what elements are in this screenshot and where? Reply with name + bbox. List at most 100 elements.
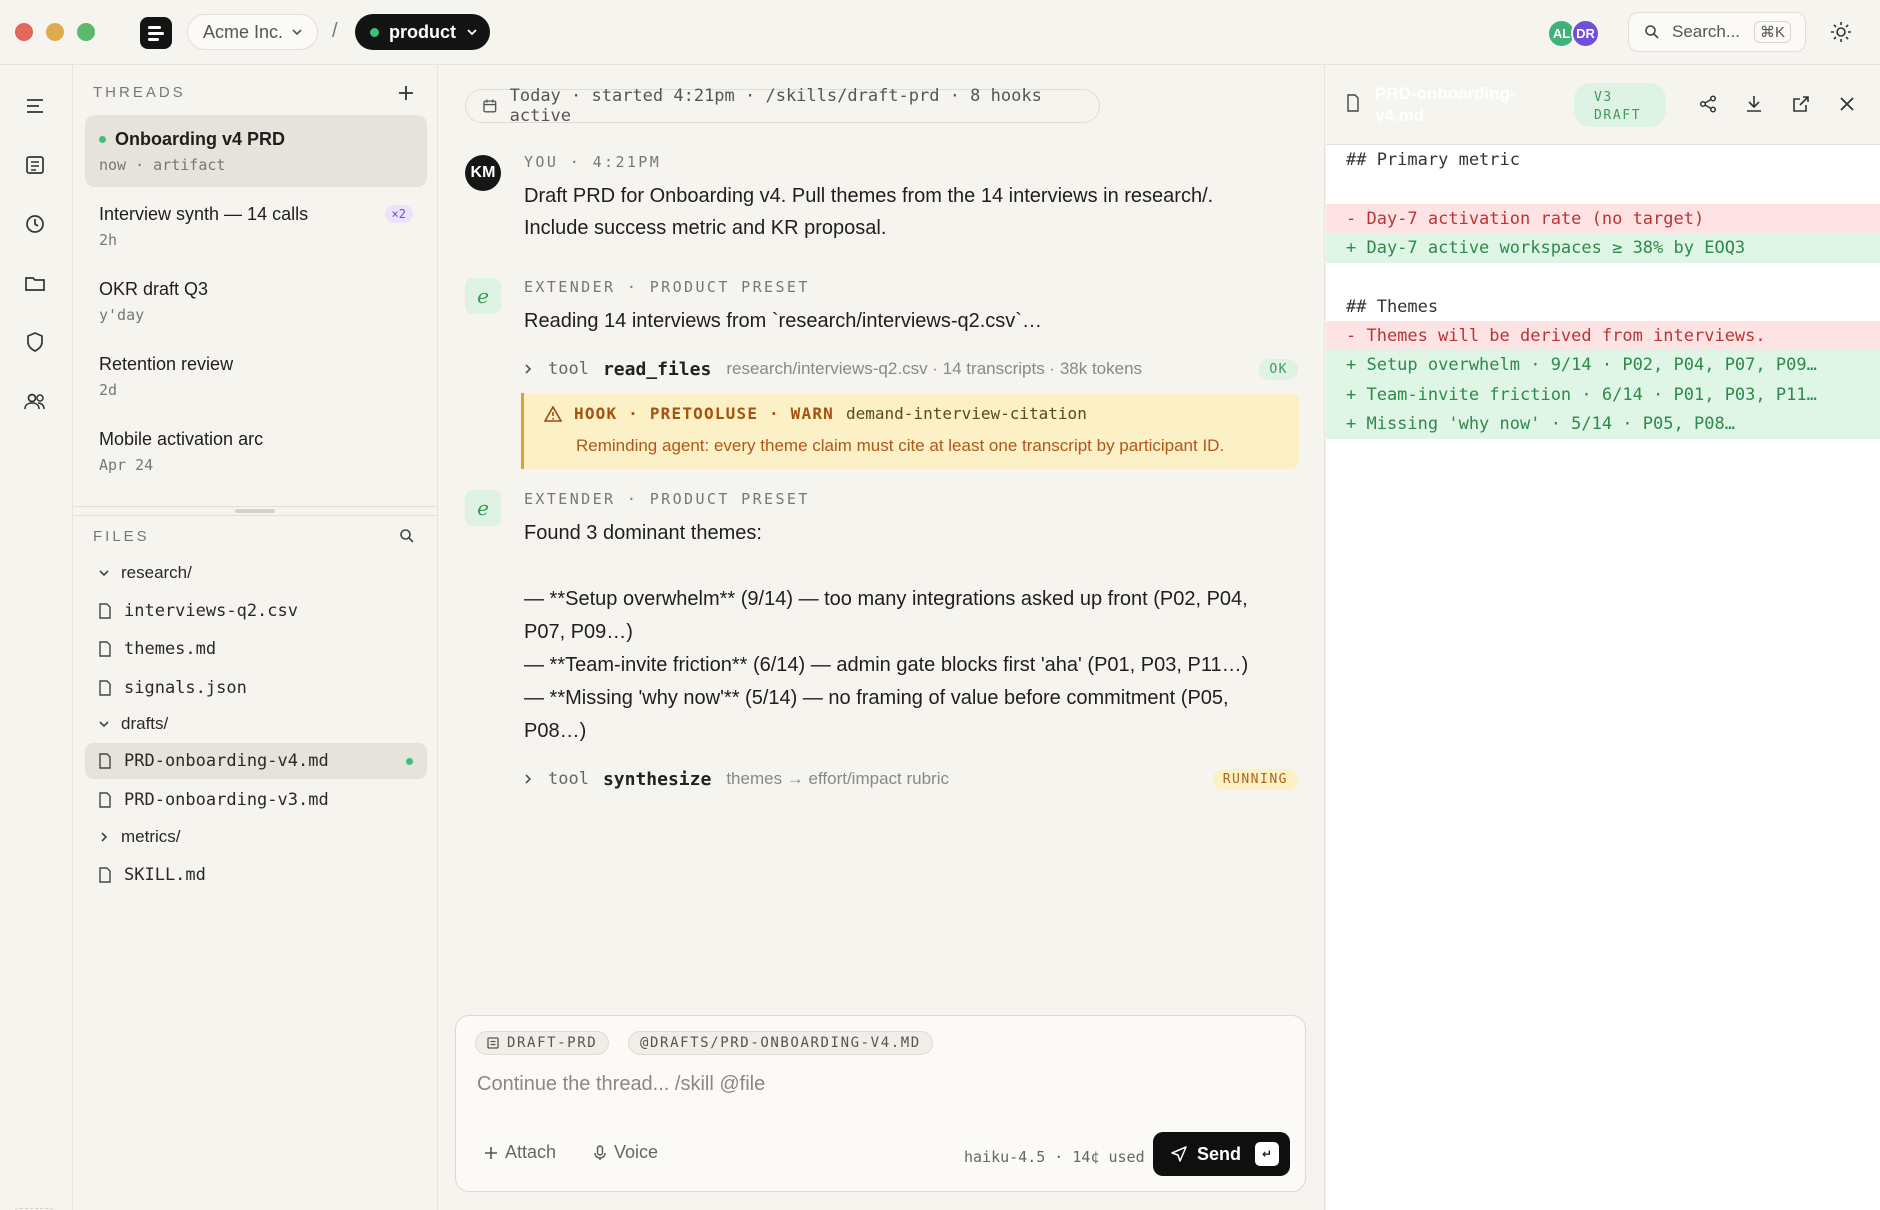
window-maximize-dot[interactable] xyxy=(77,23,95,41)
active-dot xyxy=(99,135,106,143)
chevron-right-icon xyxy=(101,832,108,842)
new-thread-icon[interactable] xyxy=(397,84,415,102)
diff-line-added: + Team-invite friction · 6/14 · P01, P03… xyxy=(1326,380,1880,410)
diff-line-context: ## Themes xyxy=(1346,297,1439,317)
context-pill: Today · started 4:21pm · /skills/draft-p… xyxy=(465,86,1100,126)
plus-icon xyxy=(485,1146,497,1159)
send-button[interactable]: Send ↵ xyxy=(1153,1132,1290,1176)
diff-line-added: + Missing 'why now' · 5/14 · P05, P08… xyxy=(1326,409,1880,439)
hook-label: HOOK · PRETOOLUSE · WARN xyxy=(574,404,834,423)
attach-button[interactable]: Attach xyxy=(484,1142,556,1163)
send-label: Send xyxy=(1197,1143,1242,1164)
diff-line-removed: - Day-7 activation rate (no target) xyxy=(1326,204,1880,234)
search-icon xyxy=(1645,25,1659,39)
thread-item-onboarding[interactable]: Onboarding v4 PRD now · artifact xyxy=(85,115,427,187)
file-themes[interactable]: themes.md xyxy=(85,631,427,667)
thread-title: Interview synth — 14 calls xyxy=(99,203,309,224)
thread-meta: 2d xyxy=(99,381,118,399)
file-chip[interactable]: @DRAFTS/PRD-ONBOARDING-V4.MD xyxy=(628,1031,933,1055)
file-interviews-q2[interactable]: interviews-q2.csv xyxy=(85,593,427,629)
folder-name: metrics/ xyxy=(121,827,181,846)
tool-call-read-files[interactable]: tool read_files research/interviews-q2.c… xyxy=(524,356,1298,382)
skill-chip[interactable]: DRAFT-PRD xyxy=(475,1031,610,1055)
thread-title: Onboarding v4 PRD xyxy=(115,128,286,149)
file-name: themes.md xyxy=(124,639,217,659)
file-name: SKILL.md xyxy=(124,865,206,885)
folder-name: research/ xyxy=(121,563,192,582)
diff-line-removed: - Themes will be derived from interviews… xyxy=(1326,321,1880,351)
window-minimize-dot[interactable] xyxy=(46,23,64,41)
thread-meta: Apr 24 xyxy=(99,456,154,474)
download-icon[interactable] xyxy=(1744,94,1764,114)
file-prd-v4[interactable]: PRD-onboarding-v4.md xyxy=(85,743,427,779)
close-icon[interactable] xyxy=(1837,94,1857,114)
message-input[interactable]: Continue the thread... /skill @file xyxy=(477,1073,765,1096)
artifact-panel: PRD-onboarding-v4.md V3 DRAFT ## Primary… xyxy=(1326,65,1880,1210)
files-heading: FILES xyxy=(93,528,150,545)
hook-warning: HOOK · PRETOOLUSE · WARN demand-intervie… xyxy=(521,393,1299,469)
shield-icon[interactable] xyxy=(22,329,48,355)
folder-research[interactable]: research/ xyxy=(85,555,427,591)
icon-rail xyxy=(0,65,73,1210)
panel-resize-handle[interactable] xyxy=(74,506,438,516)
microphone-icon xyxy=(594,1144,606,1160)
message-meta: EXTENDER · PRODUCT PRESET xyxy=(524,490,810,508)
file-icon xyxy=(99,753,111,769)
chevron-down-icon xyxy=(99,570,109,577)
thread-meta: 2h xyxy=(99,231,118,249)
file-icon xyxy=(99,680,111,696)
enter-key-icon: ↵ xyxy=(1255,1142,1280,1166)
tool-call-synthesize[interactable]: tool synthesize themes → effort/impact r… xyxy=(524,766,1298,792)
conversation-panel: Today · started 4:21pm · /skills/draft-p… xyxy=(439,65,1325,1210)
skill-icon xyxy=(487,1037,499,1049)
file-prd-v3[interactable]: PRD-onboarding-v3.md xyxy=(85,782,427,818)
folder-drafts[interactable]: drafts/ xyxy=(85,706,427,742)
thread-meta: now · artifact xyxy=(99,156,226,174)
window-close-dot[interactable] xyxy=(15,23,33,41)
search-icon[interactable] xyxy=(399,528,415,544)
avatar-dr[interactable]: DR xyxy=(1571,19,1600,48)
chevron-down-icon xyxy=(292,29,302,36)
thread-item-retention[interactable]: Retention review 2d xyxy=(85,340,427,412)
file-name: interviews-q2.csv xyxy=(124,601,298,621)
status-badge: RUNNING xyxy=(1212,768,1298,790)
team-icon[interactable] xyxy=(22,388,48,414)
file-icon xyxy=(99,641,111,657)
folder-metrics[interactable]: metrics/ xyxy=(85,819,427,855)
threads-heading: THREADS xyxy=(93,84,186,101)
file-name: PRD-onboarding-v3.md xyxy=(124,790,329,810)
thread-title: Retention review xyxy=(99,353,234,374)
app-logo[interactable] xyxy=(140,17,172,49)
tool-name: synthesize xyxy=(602,768,712,790)
send-icon xyxy=(1171,1146,1187,1162)
tool-label: tool xyxy=(548,769,589,789)
status-dot xyxy=(370,27,379,37)
file-skill[interactable]: SKILL.md xyxy=(85,857,427,893)
voice-button[interactable]: Voice xyxy=(594,1142,658,1163)
thread-item-interview-synth[interactable]: Interview synth — 14 calls 2h ×2 xyxy=(85,190,427,262)
hook-message: Reminding agent: every theme claim must … xyxy=(576,436,1225,455)
file-signals[interactable]: signals.json xyxy=(85,670,427,706)
search-box[interactable]: Search... ⌘K xyxy=(1628,12,1806,52)
version-badge: V3 DRAFT xyxy=(1574,83,1666,127)
thread-item-mobile[interactable]: Mobile activation arc Apr 24 xyxy=(85,415,427,487)
folder-icon[interactable] xyxy=(22,270,48,296)
history-icon[interactable] xyxy=(22,211,48,237)
artifact-filename: PRD-onboarding-v4.md xyxy=(1375,84,1516,125)
composer: DRAFT-PRD @DRAFTS/PRD-ONBOARDING-V4.MD C… xyxy=(455,1015,1306,1192)
search-placeholder: Search... xyxy=(1672,22,1741,41)
document-icon[interactable] xyxy=(22,152,48,178)
project-selector[interactable]: product xyxy=(355,14,490,50)
diff-line-added: + Setup overwhelm · 9/14 · P02, P04, P07… xyxy=(1326,350,1880,380)
theme-toggle-icon[interactable] xyxy=(1830,21,1852,43)
thread-title: Mobile activation arc xyxy=(99,428,264,449)
share-icon[interactable] xyxy=(1698,94,1718,114)
external-link-icon[interactable] xyxy=(1791,94,1811,114)
diff-line-added: + Day-7 active workspaces ≥ 38% by EOQ3 xyxy=(1326,233,1880,263)
thread-item-okr[interactable]: OKR draft Q3 y'day xyxy=(85,265,427,337)
message-text: Draft PRD for Onboarding v4. Pull themes… xyxy=(524,185,1214,239)
model-usage: haiku-4.5 · 14¢ used xyxy=(964,1148,1145,1166)
org-selector[interactable]: Acme Inc. xyxy=(187,14,318,50)
artifact-header: PRD-onboarding-v4.md V3 DRAFT xyxy=(1326,65,1880,145)
menu-icon[interactable] xyxy=(22,93,48,119)
